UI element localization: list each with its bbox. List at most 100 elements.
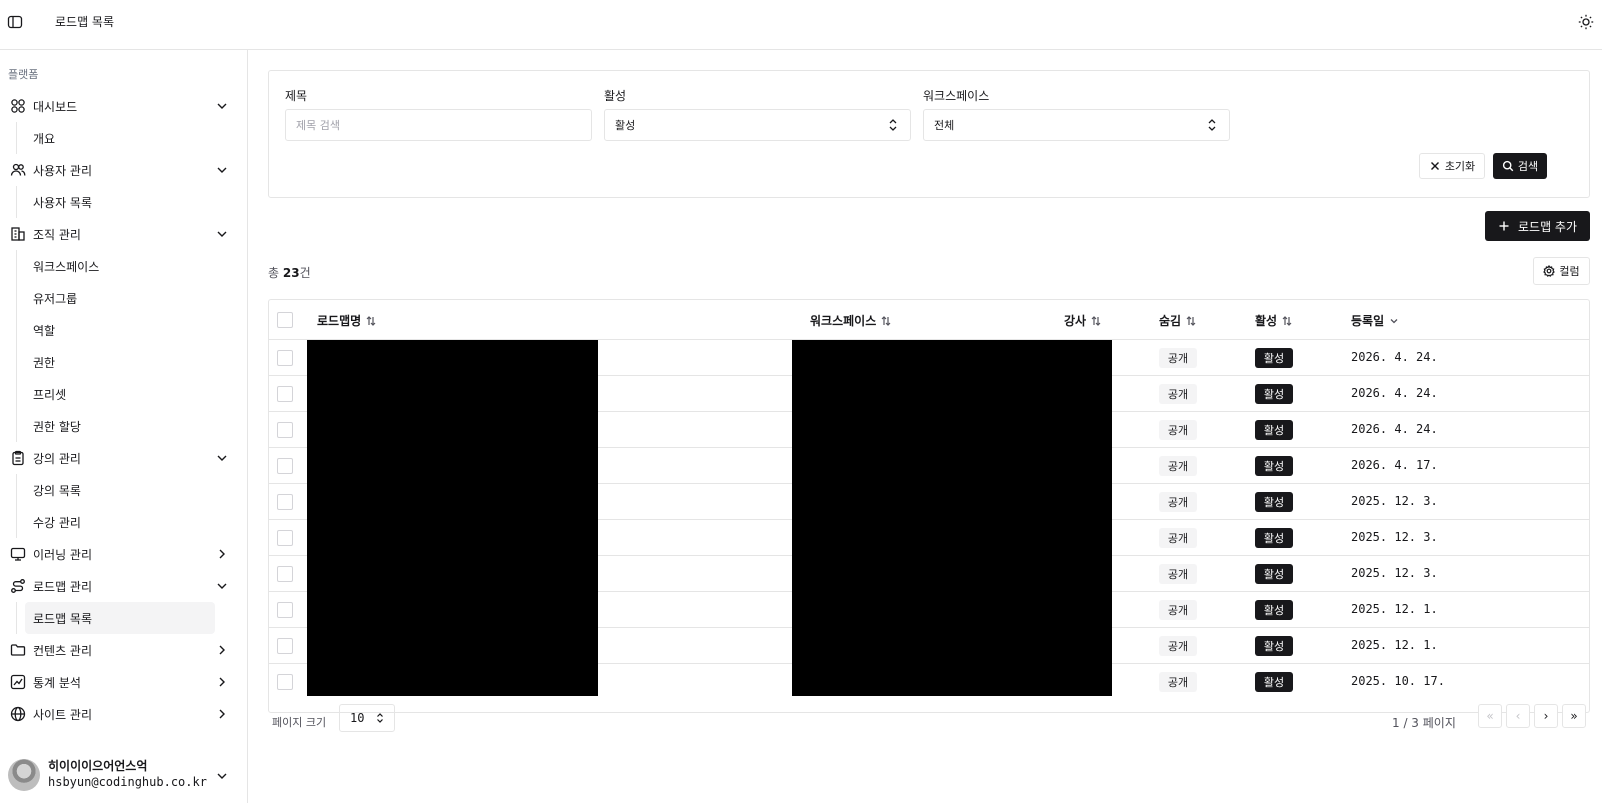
sidebar-section-7[interactable]: 통계 분석 (0, 666, 247, 698)
folder-icon (10, 642, 26, 658)
registered-date: 2026. 4. 24. (1351, 422, 1438, 436)
column-header-hidden[interactable]: 숨김 (1159, 312, 1197, 329)
sidebar-section-4[interactable]: 이러닝 관리 (0, 538, 247, 570)
registered-date: 2026. 4. 17. (1351, 458, 1438, 472)
user-email: hsbyun@codinghub.co.kr (48, 775, 207, 789)
sort-icon (1090, 315, 1102, 327)
sort-icon (1185, 315, 1197, 327)
page-size-value: 10 (350, 711, 365, 725)
sidebar-section-label: 컨텐츠 관리 (33, 643, 93, 658)
row-checkbox[interactable] (277, 530, 293, 546)
column-label: 활성 (1255, 314, 1278, 328)
total-count: 총 23건 (268, 264, 311, 281)
row-checkbox[interactable] (277, 422, 293, 438)
row-checkbox[interactable] (277, 458, 293, 474)
page-title: 로드맵 목록 (55, 15, 115, 29)
visibility-badge: 공개 (1159, 528, 1197, 548)
first-page-button[interactable]: « (1478, 704, 1502, 728)
sidebar-section-6[interactable]: 컨텐츠 관리 (0, 634, 247, 666)
sidebar-item-0-0[interactable]: 개요 (25, 122, 215, 154)
close-icon (1429, 160, 1441, 172)
workspace-select[interactable]: 전체 (923, 109, 1230, 141)
row-checkbox[interactable] (277, 602, 293, 618)
title-search-input[interactable]: 제목 검색 (285, 109, 592, 141)
row-checkbox[interactable] (277, 386, 293, 402)
columns-button-label: 컬럼 (1559, 265, 1580, 278)
reset-button[interactable]: 초기화 (1419, 153, 1485, 179)
visibility-badge: 공개 (1159, 636, 1197, 656)
sidebar-item-3-0[interactable]: 강의 목록 (25, 474, 215, 506)
sidebar-toggle-icon[interactable] (7, 14, 23, 30)
column-header-active[interactable]: 활성 (1255, 312, 1293, 329)
sidebar-item-2-1[interactable]: 유저그룹 (25, 282, 215, 314)
row-checkbox[interactable] (277, 638, 293, 654)
filter-panel: 제목 제목 검색 활성 활성 워크스페이스 전체 초기화 검색 (268, 70, 1590, 198)
theme-toggle-icon[interactable] (1578, 14, 1594, 30)
select-all-checkbox[interactable] (277, 312, 293, 328)
row-checkbox[interactable] (277, 494, 293, 510)
sidebar-section-label: 사이트 관리 (33, 707, 93, 722)
chevron-down-icon (215, 163, 229, 177)
row-checkbox[interactable] (277, 350, 293, 366)
sidebar-section-5[interactable]: 로드맵 관리 (0, 570, 247, 602)
grid-icon (10, 98, 26, 114)
sidebar-section-label: 대시보드 (33, 99, 78, 114)
sidebar-section-2[interactable]: 조직 관리 (0, 218, 247, 250)
sidebar-item-2-3[interactable]: 권한 (25, 346, 215, 378)
chevron-right-icon (215, 547, 229, 561)
sidebar-item-2-0[interactable]: 워크스페이스 (25, 250, 215, 282)
sidebar-section-3[interactable]: 강의 관리 (0, 442, 247, 474)
column-label: 강사 (1064, 314, 1087, 328)
sidebar-section-label: 조직 관리 (33, 227, 81, 242)
search-button-label: 검색 (1517, 160, 1539, 173)
monitor-icon (10, 546, 26, 562)
sidebar-item-5-0[interactable]: 로드맵 목록 (25, 602, 215, 634)
gear-icon (1543, 265, 1556, 277)
total-prefix: 총 (268, 266, 283, 280)
total-number: 23 (282, 266, 300, 280)
sidebar-section-0[interactable]: 대시보드 (0, 90, 247, 122)
active-select-value: 활성 (615, 119, 636, 132)
roadmap-table: 로드맵명 워크스페이스 강사 숨김 활성 등록일 공개 활성 2026. 4. … (268, 299, 1590, 713)
column-header-workspace[interactable]: 워크스페이스 (810, 312, 892, 329)
next-page-button[interactable]: › (1534, 704, 1558, 728)
registered-date: 2026. 4. 24. (1351, 350, 1438, 364)
sidebar-submenu: 로드맵 목록 (16, 602, 247, 634)
top-bar: 로드맵 목록 (0, 0, 1602, 50)
sidebar-section-label: 통계 분석 (33, 675, 81, 690)
title-filter-label: 제목 (285, 89, 308, 103)
status-badge: 활성 (1255, 492, 1293, 512)
sidebar-item-2-4[interactable]: 프리셋 (25, 378, 215, 410)
reset-button-label: 초기화 (1444, 160, 1476, 173)
previous-page-button[interactable]: ‹ (1506, 704, 1530, 728)
building-icon (10, 226, 26, 242)
sidebar-item-2-2[interactable]: 역할 (25, 314, 215, 346)
search-icon (1502, 160, 1514, 172)
column-header-registered-date[interactable]: 등록일 (1351, 312, 1400, 329)
chevron-down-icon (215, 451, 229, 465)
row-checkbox[interactable] (277, 566, 293, 582)
columns-button[interactable]: 컬럼 (1533, 257, 1590, 285)
last-page-button[interactable]: » (1562, 704, 1586, 728)
users-icon (10, 162, 26, 178)
sidebar-item-1-0[interactable]: 사용자 목록 (25, 186, 215, 218)
status-badge: 활성 (1255, 528, 1293, 548)
sidebar-section-8[interactable]: 사이트 관리 (0, 698, 247, 730)
add-roadmap-button[interactable]: 로드맵 추가 (1485, 211, 1590, 241)
page-size-select[interactable]: 10 (339, 704, 395, 732)
page-size-label: 페이지 크기 (272, 716, 327, 729)
column-header-roadmap-name[interactable]: 로드맵명 (317, 312, 377, 329)
sidebar-section-1[interactable]: 사용자 관리 (0, 154, 247, 186)
search-button[interactable]: 검색 (1493, 153, 1547, 179)
sidebar-submenu: 강의 목록 수강 관리 (16, 474, 247, 538)
user-profile[interactable]: 히이이이으어언스억 hsbyun@codinghub.co.kr (0, 747, 247, 803)
active-select[interactable]: 활성 (604, 109, 911, 141)
sidebar-section-label: 사용자 관리 (33, 163, 93, 178)
column-label: 로드맵명 (317, 314, 362, 328)
row-checkbox[interactable] (277, 674, 293, 690)
sidebar-item-2-5[interactable]: 권한 할당 (25, 410, 215, 442)
sidebar-item-3-1[interactable]: 수강 관리 (25, 506, 215, 538)
visibility-badge: 공개 (1159, 348, 1197, 368)
column-header-instructor[interactable]: 강사 (1064, 312, 1102, 329)
workspace-filter-label: 워크스페이스 (923, 89, 990, 103)
